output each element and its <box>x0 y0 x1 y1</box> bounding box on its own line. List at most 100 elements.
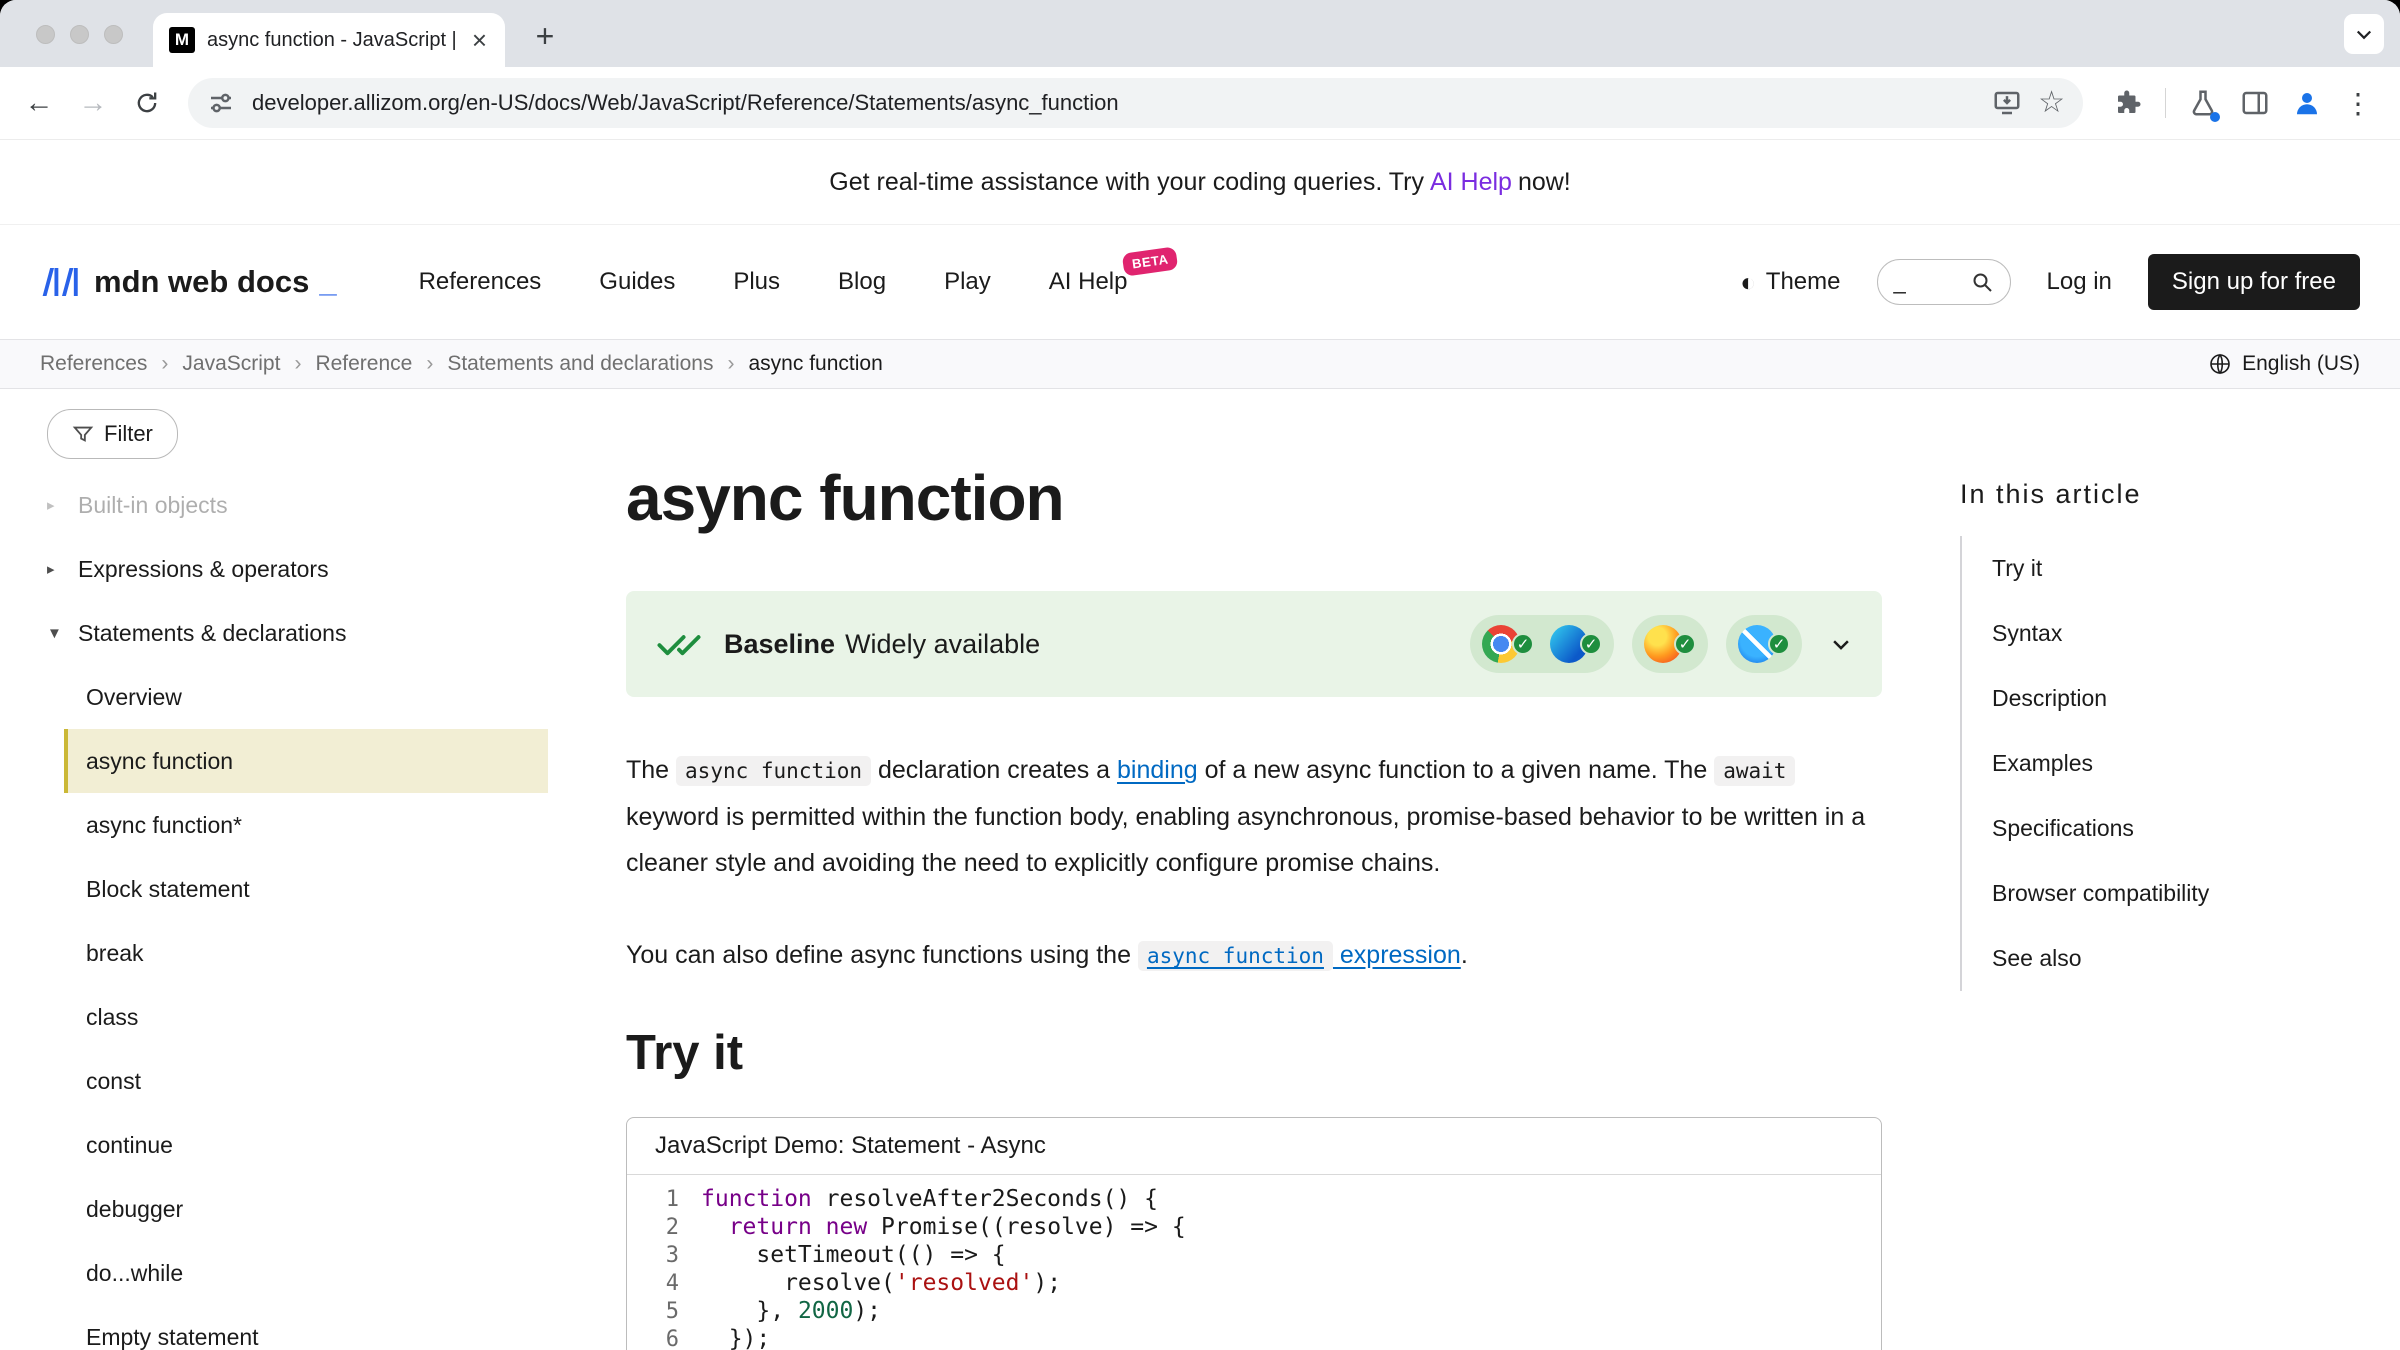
ai-help-banner-link[interactable]: AI Help <box>1430 168 1512 197</box>
baseline-label: Baseline <box>724 629 835 660</box>
article: async function Baseline Widely available… <box>586 389 1882 1350</box>
text: keyword is permitted within the function… <box>626 803 1865 877</box>
nav-blog[interactable]: Blog <box>838 268 886 296</box>
table-of-contents: In this article Try it Syntax Descriptio… <box>1882 389 2400 1350</box>
address-bar[interactable]: developer.allizom.org/en-US/docs/Web/Jav… <box>188 78 2083 128</box>
link-text: expression <box>1333 941 1461 969</box>
zoom-window-button[interactable] <box>104 25 123 44</box>
sidebar-section-statements[interactable]: ▼ Statements & declarations <box>47 601 586 665</box>
line-number: 5 <box>627 1299 679 1324</box>
nav-references[interactable]: References <box>419 268 542 296</box>
language-switcher[interactable]: English (US) <box>2208 352 2360 376</box>
page-title: async function <box>626 461 1882 535</box>
code-token: setTimeout(() => { <box>701 1242 1006 1268</box>
tab-search-button[interactable] <box>2344 14 2384 54</box>
demo-code-editor[interactable]: 1 function resolveAfter2Seconds() { 2 re… <box>627 1175 1881 1350</box>
toc-item-see-also[interactable]: See also <box>1962 926 2400 991</box>
baseline-banner[interactable]: Baseline Widely available ✓ ✓ <box>626 591 1882 697</box>
browser-menu-icon[interactable]: ⋮ <box>2344 87 2372 120</box>
back-button[interactable]: ← <box>16 80 62 126</box>
sidebar-item-const[interactable]: const <box>64 1049 586 1113</box>
baseline-status: Widely available <box>845 629 1040 660</box>
new-tab-button[interactable]: + <box>525 15 565 57</box>
code-line: 6 }); <box>627 1325 1881 1350</box>
code-token: Promise((resolve) => { <box>867 1214 1186 1240</box>
minimize-window-button[interactable] <box>70 25 89 44</box>
sidebar-item-overview[interactable]: Overview <box>64 665 586 729</box>
sidebar-item-empty-statement[interactable]: Empty statement <box>64 1305 586 1350</box>
firefox-support: ✓ <box>1644 625 1696 663</box>
sidebar-item-block-statement[interactable]: Block statement <box>64 857 586 921</box>
search-input[interactable]: _ <box>1877 259 2011 305</box>
toc-item-try-it[interactable]: Try it <box>1962 536 2400 601</box>
chromium-support-pill: ✓ ✓ <box>1470 615 1614 673</box>
sidebar-item-async-function-star[interactable]: async function* <box>64 793 586 857</box>
binding-link[interactable]: binding <box>1117 756 1198 784</box>
login-link[interactable]: Log in <box>2047 268 2112 296</box>
logo-underscore: _ <box>319 264 336 300</box>
nav-guides[interactable]: Guides <box>599 268 675 296</box>
forward-button[interactable]: → <box>70 80 116 126</box>
notification-dot <box>2210 112 2220 122</box>
breadcrumb-javascript[interactable]: JavaScript <box>182 352 301 376</box>
theme-label: Theme <box>1766 268 1841 296</box>
chrome-support: ✓ <box>1482 625 1534 663</box>
code-token <box>701 1214 729 1240</box>
toc-item-specifications[interactable]: Specifications <box>1962 796 2400 861</box>
code-token: new <box>826 1214 868 1240</box>
sidebar-item-do-while[interactable]: do...while <box>64 1241 586 1305</box>
browser-tab[interactable]: M async function - JavaScript | × <box>153 13 505 67</box>
url-text[interactable]: developer.allizom.org/en-US/docs/Web/Jav… <box>252 90 1976 116</box>
labs-button[interactable] <box>2188 88 2218 118</box>
sidebar-item-break[interactable]: break <box>64 921 586 985</box>
sidebar-section-expressions[interactable]: ▸ Expressions & operators <box>47 537 586 601</box>
mdn-logo[interactable]: mdn web docs _ <box>40 264 337 300</box>
site-info-icon[interactable] <box>206 88 236 118</box>
sidebar-section-built-in-objects[interactable]: ▸ Built-in objects <box>47 473 586 537</box>
text: . <box>1461 941 1468 969</box>
toc-item-browser-compatibility[interactable]: Browser compatibility <box>1962 861 2400 926</box>
install-icon[interactable] <box>1992 88 2022 118</box>
sidebar-item-debugger[interactable]: debugger <box>64 1177 586 1241</box>
filter-funnel-icon <box>72 423 94 445</box>
section-label: Expressions & operators <box>78 556 329 583</box>
inline-code: async function <box>1138 941 1333 971</box>
toc-item-description[interactable]: Description <box>1962 666 2400 731</box>
filter-button[interactable]: Filter <box>47 409 178 459</box>
theme-toggle[interactable]: ◐ Theme <box>1740 267 1840 298</box>
tab-close-icon[interactable]: × <box>470 27 489 53</box>
section-label: Statements & declarations <box>78 620 346 647</box>
toc-item-examples[interactable]: Examples <box>1962 731 2400 796</box>
sidebar-item-class[interactable]: class <box>64 985 586 1049</box>
toc-item-syntax[interactable]: Syntax <box>1962 601 2400 666</box>
chevron-down-icon <box>2354 24 2374 44</box>
async-function-expression-link[interactable]: async function expression <box>1138 941 1461 969</box>
safari-support-pill: ✓ <box>1726 615 1802 673</box>
bookmark-star-icon[interactable]: ☆ <box>2038 88 2065 118</box>
chevron-right-icon: ▸ <box>47 496 65 514</box>
code-line: 3 setTimeout(() => { <box>627 1241 1881 1269</box>
profile-avatar[interactable] <box>2292 88 2322 118</box>
extensions-icon[interactable] <box>2113 88 2143 118</box>
nav-play[interactable]: Play <box>944 268 991 296</box>
signup-button[interactable]: Sign up for free <box>2148 254 2360 310</box>
nav-plus[interactable]: Plus <box>733 268 780 296</box>
code-token: ); <box>853 1298 881 1324</box>
main-nav: References Guides Plus Blog Play AI Help… <box>419 268 1128 296</box>
safari-support: ✓ <box>1738 625 1790 663</box>
tab-title: async function - JavaScript | <box>207 29 458 52</box>
breadcrumb-references[interactable]: References <box>40 352 168 376</box>
breadcrumb-statements[interactable]: Statements and declarations <box>447 352 734 376</box>
close-window-button[interactable] <box>36 25 55 44</box>
breadcrumb-reference[interactable]: Reference <box>315 352 433 376</box>
code-token: }, <box>701 1298 798 1324</box>
side-panel-icon[interactable] <box>2240 88 2270 118</box>
nav-ai-help[interactable]: AI Help BETA <box>1049 268 1128 296</box>
sidebar-item-async-function[interactable]: async function <box>64 729 548 793</box>
browser-support-icons: ✓ ✓ ✓ <box>1470 615 1852 673</box>
sidebar-item-continue[interactable]: continue <box>64 1113 586 1177</box>
reload-button[interactable] <box>124 80 170 126</box>
chevron-down-icon[interactable] <box>1830 633 1852 655</box>
globe-icon <box>2208 352 2232 376</box>
text: The <box>626 756 676 784</box>
